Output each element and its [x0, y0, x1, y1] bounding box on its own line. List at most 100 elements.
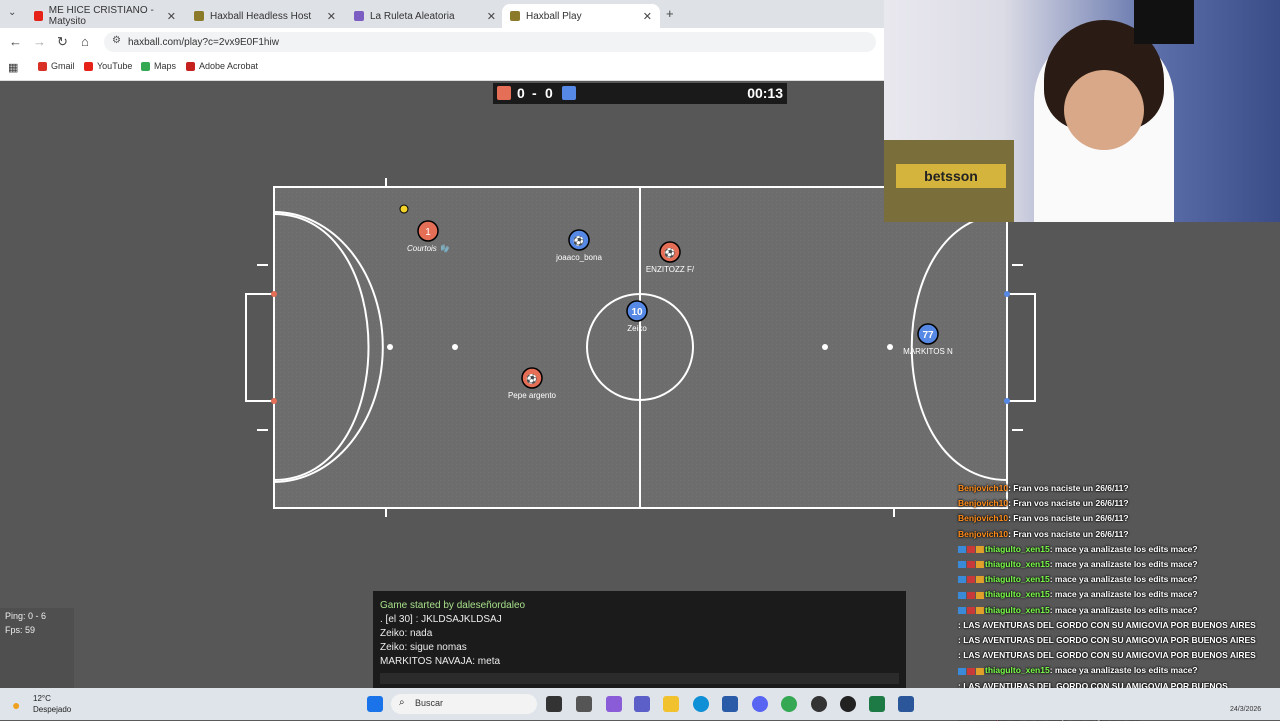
subscriber-badge-icon [958, 606, 966, 614]
gift-badge-icon [976, 561, 984, 569]
subscriber-badge-icon [958, 576, 966, 584]
stream-chat-message: thiagulto_xen15: mace ya analizaste los … [958, 544, 1198, 554]
right-post-bottom [1004, 398, 1010, 404]
stream-chat-text: : mace ya analizaste los edits mace? [1049, 559, 1198, 569]
search-label: Buscar [415, 698, 444, 708]
net-stats: Ping: 0 - 6 Fps: 59 [0, 608, 74, 688]
obs-icon[interactable] [811, 696, 827, 712]
right-post-top [1004, 291, 1010, 297]
stream-chat-username: Benjovich10 [958, 498, 1009, 509]
svg-text:Zeiko: Zeiko [627, 324, 647, 333]
svg-text:1: 1 [425, 227, 431, 238]
chat-line: . [el 30] : JKLDSAJKLDSAJ [380, 614, 502, 625]
stream-chat-message: thiagulto_xen15: mace ya analizaste los … [958, 559, 1198, 569]
stream-chat-text: : Fran vos naciste un 26/6/11? [1008, 513, 1129, 524]
svg-text:joaaco_bona: joaaco_bona [555, 253, 602, 262]
heart-badge-icon [967, 606, 975, 614]
heart-badge-icon [967, 667, 975, 675]
ball [399, 204, 409, 214]
gift-badge-icon [976, 591, 984, 599]
blue-team-color [562, 86, 576, 100]
chrome-icon[interactable] [781, 696, 797, 712]
discord-icon[interactable] [752, 696, 768, 712]
stream-chat-message: : LAS AVENTURAS DEL GORDO CON SU AMIGOVI… [958, 650, 1256, 660]
windows-taskbar: ● 12°C Despejado ⌕ Buscar 24/3/2026 [0, 688, 1280, 720]
app-icon[interactable] [869, 696, 885, 712]
stream-chat-text: : mace ya analizaste los edits mace? [1049, 604, 1198, 615]
taskbar-search[interactable]: ⌕ Buscar [391, 694, 537, 714]
stream-chat-username: Benjovich10 [958, 483, 1009, 493]
stream-chat-message: Benjovich10: Fran vos naciste un 26/6/11… [958, 529, 1129, 539]
chat-line: Zeiko: sigue nomas [380, 642, 467, 653]
stream-chat-username: thiagulto_xen15 [985, 589, 1050, 600]
sign: betsson [896, 164, 1006, 188]
teams-icon[interactable] [634, 696, 650, 712]
stream-chat-username: thiagulto_xen15 [985, 574, 1050, 585]
stream-chat-message: thiagulto_xen15: mace ya analizaste los … [958, 574, 1198, 584]
ping-readout: Ping: 0 - 6 [5, 611, 47, 621]
clock-date: 24/3/2026 [1230, 706, 1262, 713]
stream-chat-text: : mace ya analizaste los edits mace? [1049, 543, 1198, 554]
stream-chat-username: thiagulto_xen15 [985, 559, 1050, 569]
stream-chat-username: Benjovich10 [958, 528, 1009, 539]
stream-chat-text: : Fran vos naciste un 26/6/11? [1008, 528, 1129, 539]
stream-chat-message: thiagulto_xen15: mace ya analizaste los … [958, 605, 1198, 615]
heart-badge-icon [967, 591, 975, 599]
stream-chat-text: : Fran vos naciste un 26/6/11? [1008, 498, 1129, 509]
svg-text:Pepe argento: Pepe argento [508, 391, 557, 400]
heart-badge-icon [967, 546, 975, 554]
widgets-icon[interactable] [576, 696, 592, 712]
stream-chat-message: Benjovich10: Fran vos naciste un 26/6/11… [958, 483, 1129, 493]
left-post-bottom [271, 398, 277, 404]
stream-chat-text: : LAS AVENTURAS DEL GORDO CON SU AMIGOVI… [958, 635, 1256, 645]
stream-chat-username: Benjovich10 [958, 513, 1009, 524]
player-zeiko: 10 Zeiko [626, 300, 648, 333]
start-icon[interactable] [367, 696, 383, 712]
stream-chat-message: thiagulto_xen15: mace ya analizaste los … [958, 665, 1198, 675]
left-post-top [271, 291, 277, 297]
media-icon[interactable] [840, 696, 856, 712]
gift-badge-icon [976, 546, 984, 554]
heart-badge-icon [967, 576, 975, 584]
svg-text:⚽: ⚽ [572, 235, 584, 246]
stream-chat-message: thiagulto_xen15: mace ya analizaste los … [958, 589, 1198, 599]
svg-text:77: 77 [922, 330, 934, 341]
gift-badge-icon [976, 606, 984, 614]
search-icon: ⌕ [399, 697, 405, 708]
stream-chat-text: : LAS AVENTURAS DEL GORDO CON SU AMIGOVI… [958, 619, 1256, 630]
task-view-icon[interactable] [546, 696, 562, 712]
word-icon[interactable] [898, 696, 914, 712]
subscriber-badge-icon [958, 546, 966, 554]
chat-line: Game started by daleseñordaleo [380, 600, 526, 611]
chat-input[interactable] [380, 673, 899, 684]
stream-chat-message: Benjovich10: Fran vos naciste un 26/6/11… [958, 513, 1129, 523]
stream-chat-text: : LAS AVENTURAS DEL GORDO CON SU AMIGOVI… [958, 650, 1256, 661]
webcam-overlay: betsson [884, 0, 1280, 222]
weather-desc: Despejado [33, 705, 72, 714]
red-team-color [497, 86, 511, 100]
red-score: 0 [517, 85, 525, 101]
face [1064, 70, 1144, 150]
subscriber-badge-icon [958, 667, 966, 675]
chat-line: Zeiko: nada [380, 628, 433, 639]
stream-chat-text: : mace ya analizaste los edits mace? [1049, 665, 1198, 676]
stream-chat-username: thiagulto_xen15 [985, 665, 1050, 676]
explorer-icon[interactable] [663, 696, 679, 712]
subscriber-badge-icon [958, 591, 966, 599]
gift-badge-icon [976, 576, 984, 584]
heart-badge-icon [967, 561, 975, 569]
stream-chat-message: : LAS AVENTURAS DEL GORDO CON SU AMIGOVI… [958, 620, 1256, 630]
chat-line: MARKITOS NAVAJA: meta [380, 656, 501, 667]
svg-text:Courtois 🧤: Courtois 🧤 [407, 244, 451, 253]
right-goal [1006, 293, 1036, 402]
left-goal [245, 293, 275, 402]
copilot-icon[interactable] [606, 696, 622, 712]
edge-icon[interactable] [693, 696, 709, 712]
store-icon[interactable] [722, 696, 738, 712]
svg-text:⚽: ⚽ [663, 247, 675, 258]
game-chat: Game started by daleseñordaleo . [el 30]… [373, 591, 906, 688]
scoreboard: 0 - 0 00:13 [493, 83, 787, 104]
stream-chat-message: : LAS AVENTURAS DEL GORDO CON SU AMIGOVI… [958, 635, 1256, 645]
svg-text:MARKITOS N: MARKITOS N [903, 347, 953, 356]
weather-icon: ● [12, 697, 21, 713]
